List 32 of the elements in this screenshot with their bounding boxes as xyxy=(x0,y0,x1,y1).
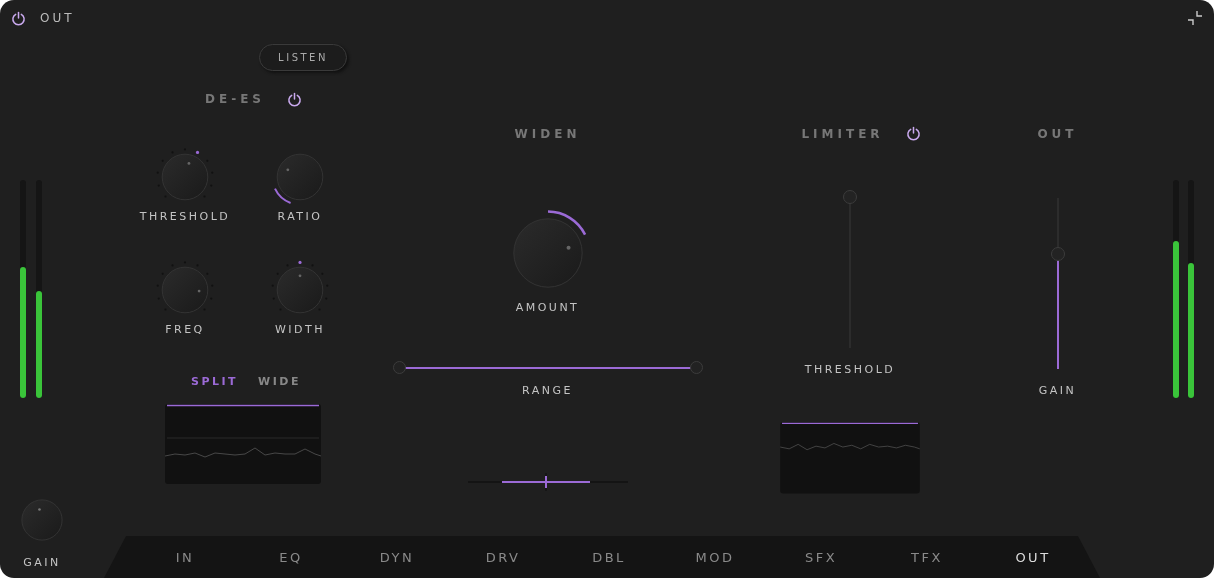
tab[interactable]: DRV xyxy=(450,536,556,578)
slider-label: GAIN xyxy=(1038,384,1077,398)
power-icon[interactable] xyxy=(287,91,302,107)
mode-tab[interactable]: WIDE xyxy=(258,375,301,388)
section-title: LIMITER xyxy=(801,126,884,141)
knob-label: AMOUNT xyxy=(515,301,580,315)
range-slider[interactable] xyxy=(392,361,703,375)
section-title: DE-ES xyxy=(205,92,265,106)
knob-label: RATIO xyxy=(277,210,323,224)
panel-title: OUT xyxy=(40,11,75,25)
tab[interactable]: MOD xyxy=(662,536,768,578)
tab[interactable]: IN xyxy=(132,536,238,578)
knob-label: GAIN xyxy=(23,556,61,570)
listen-button[interactable]: LISTEN xyxy=(259,44,347,71)
tab[interactable]: OUT xyxy=(980,536,1086,578)
tab[interactable]: DBL xyxy=(556,536,662,578)
power-icon[interactable] xyxy=(11,10,26,26)
collapse-icon[interactable] xyxy=(1186,9,1204,27)
power-icon[interactable] xyxy=(905,126,921,141)
section-title: OUT xyxy=(1037,127,1078,141)
tab[interactable]: EQ xyxy=(238,536,344,578)
slider-label: RANGE xyxy=(522,384,573,398)
tab[interactable]: DYN xyxy=(344,536,450,578)
knob-label: FREQ xyxy=(165,323,205,337)
knob[interactable] xyxy=(19,497,65,543)
tab[interactable]: SFX xyxy=(768,536,874,578)
tab[interactable]: TFX xyxy=(874,536,980,578)
mode-tab[interactable]: SPLIT xyxy=(191,375,239,388)
slider-label: THRESHOLD xyxy=(804,363,896,377)
knob-label: THRESHOLD xyxy=(139,210,231,224)
knob-label: WIDTH xyxy=(274,323,326,337)
section-title: WIDEN xyxy=(514,127,581,141)
